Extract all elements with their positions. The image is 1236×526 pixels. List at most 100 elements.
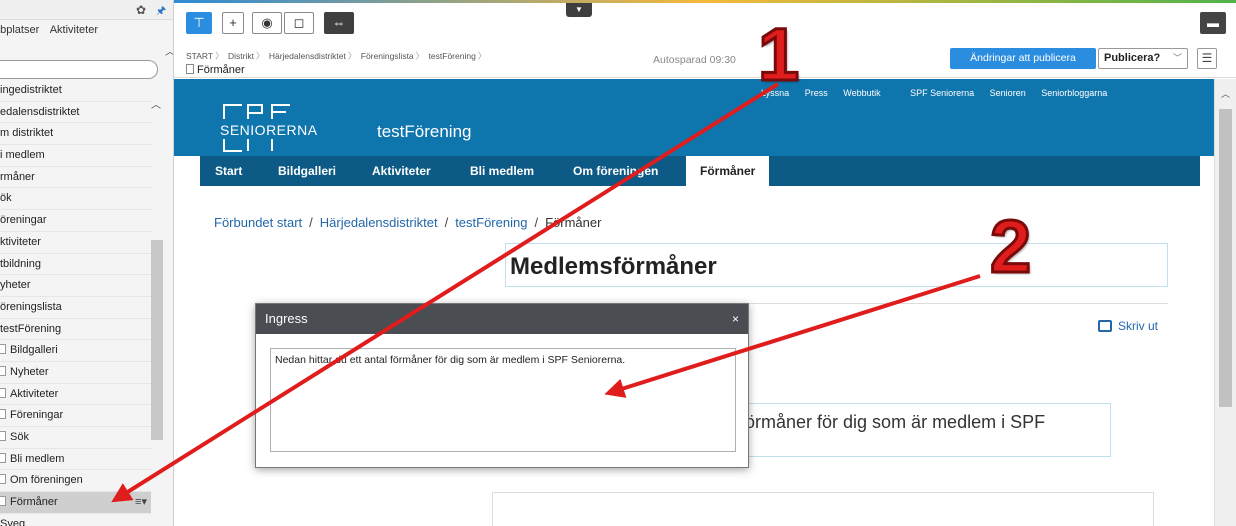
tree-item[interactable]: Sök [0,427,151,449]
tree-item[interactable]: ök [0,188,151,211]
tree-item-label: m distriktet [0,127,54,140]
tree-scrollbar[interactable] [151,240,163,440]
nav-formaner[interactable]: Förmåner [686,156,770,186]
split-view-button[interactable]: ⇔ [324,12,354,34]
breadcrumb-item[interactable]: START [186,51,213,61]
toplink[interactable]: Webbutik [843,88,880,98]
gear-icon[interactable]: ✿ [136,3,146,17]
changes-to-publish-button[interactable]: Ändringar att publicera [950,48,1096,69]
tree-item[interactable]: Bli medlem [0,449,151,471]
ingress-dialog: Ingress × Nedan hittar du ett antal förm… [255,303,749,468]
site-crumb-link[interactable]: Härjedalensdistriktet [320,215,438,230]
breadcrumb-separator: 〉 [347,51,357,61]
page-icon [0,344,6,355]
nav-bli-medlem[interactable]: Bli medlem [470,156,534,186]
breadcrumb-item[interactable]: testFörening [429,51,476,61]
ingress-textarea[interactable]: Nedan hittar du ett antal förmåner för d… [270,348,736,452]
tree-item[interactable]: yheter [0,275,151,297]
page-heading: Medlemsförmåner [510,253,717,280]
tree-item[interactable]: Om föreningen [0,470,151,493]
preview-button[interactable]: ◉ [252,12,282,34]
tree-item[interactable]: ktiviteter [0,232,151,254]
tab-aktiviteter[interactable]: Aktiviteter [50,24,98,36]
tree-item-label: ök [0,192,12,205]
add-button[interactable]: + [222,12,244,34]
list-view-button[interactable]: ☰ [1197,48,1217,69]
publish-label: Publicera? [1104,52,1161,64]
split-icon: ⇔ [332,15,346,30]
page-icon [0,387,6,398]
nav-om-foreningen[interactable]: Om föreningen [573,156,658,186]
nav-start[interactable]: Start [215,156,242,186]
tree-item[interactable]: Förmåner ≡▾ [0,492,151,514]
breadcrumb-separator: 〉 [215,51,224,61]
close-icon[interactable]: × [732,304,739,334]
tree-item[interactable]: testFörening [0,319,151,341]
pin-icon[interactable]: 🖈 [156,2,166,21]
page-icon [0,452,6,463]
breadcrumb-item[interactable]: Härjedalensdistriktet [269,51,346,61]
spf-logo[interactable]: SENIORERNA [220,101,317,155]
editable-title-block[interactable]: Medlemsförmåner [505,243,1168,287]
breadcrumb-item[interactable]: Föreningslista [361,51,414,61]
breadcrumb-bar: START 〉 Distrikt 〉 Härjedalensdistriktet 〉 … [174,40,1236,78]
tree-item-label: yheter [0,279,31,292]
print-label: Skriv ut [1118,319,1159,333]
publish-dropdown[interactable]: Publicera? ﹀ [1098,48,1188,69]
tree-item[interactable]: m distriktet [0,123,151,146]
crumb-separator: / [444,215,449,230]
site-top-links: Lyssna Press Webbutik SPF Seniorerna Sen… [761,88,1120,98]
compare-icon: ◻ [293,15,305,30]
chevron-up-icon[interactable]: ︿ [151,96,161,111]
crumb-separator: / [309,215,313,230]
folder-icon[interactable]: ▬ [1200,12,1226,34]
page-icon [186,64,194,74]
compare-button[interactable]: ◻ [284,12,314,34]
editable-body-block[interactable] [492,492,1154,526]
site-nav-bar: Start Bildgalleri Aktiviteter Bli medlem… [200,156,1200,186]
chevron-up-icon[interactable]: ︿ [1221,87,1230,100]
row-menu-icon[interactable]: ≡▾ [135,492,147,513]
tree-item[interactable]: rmåner [0,167,151,189]
tree-item[interactable]: tbildning [0,254,151,276]
toplink[interactable]: Seniorbloggarna [1041,88,1107,98]
chevron-up-icon[interactable]: ︿ [165,43,173,58]
dropdown-handle[interactable]: ▼ [566,3,592,17]
tab-webbplatser[interactable]: obplatser [0,24,39,36]
tree-item[interactable]: Nyheter [0,362,151,384]
breadcrumb-separator: 〉 [255,51,265,61]
tree-item-label: testFörening [0,322,62,335]
print-link[interactable]: Skriv ut [1098,319,1158,333]
site-breadcrumb: Förbundet start / Härjedalensdistriktet / te… [214,215,601,230]
tree-item[interactable]: Sveg [0,514,151,526]
left-tree-panel: ✿ 🖈 obplatser Aktiviteter ︿ ingedistrikt… [0,0,174,526]
tree-view-button[interactable]: ⊤ [186,12,212,34]
preview-scrollbar[interactable]: ︿ [1214,79,1236,526]
tree-item[interactable]: öreningslista [0,297,151,319]
site-crumb-link[interactable]: testFörening [455,215,527,230]
scrollbar-thumb[interactable] [1219,109,1232,407]
tree-item[interactable]: ingedistriktet [0,80,151,102]
tree-search-input[interactable] [0,60,158,79]
tree-item[interactable]: Föreningar [0,405,151,427]
tree-item[interactable]: i medlem [0,145,151,167]
tree-item[interactable]: Bildgalleri [0,340,151,362]
breadcrumb: START 〉 Distrikt 〉 Härjedalensdistriktet 〉 … [186,50,488,62]
tree-item[interactable]: öreningar [0,210,151,232]
tree-item[interactable]: edalensdistriktet [0,102,151,124]
annotation-number-2: 2 [988,205,1032,288]
tree-item[interactable]: Aktiviteter [0,384,151,406]
site-header: Lyssna Press Webbutik SPF Seniorerna Sen… [174,79,1214,156]
breadcrumb-item[interactable]: Distrikt [228,51,254,61]
tree-item-label: Sök [10,431,29,443]
toplink[interactable]: Senioren [990,88,1026,98]
toplink[interactable]: Press [805,88,828,98]
page-tree: ingedistriktet edalensdistriktet m distrik… [0,80,151,526]
site-crumb-link[interactable]: Förbundet start [214,215,302,230]
nav-bildgalleri[interactable]: Bildgalleri [278,156,336,186]
toplink[interactable]: SPF Seniorerna [910,88,974,98]
nav-aktiviteter[interactable]: Aktiviteter [372,156,431,186]
ingress-preview-text: förmåner för dig som är medlem i SPF [740,412,1046,432]
tree-item-label: Bli medlem [10,452,65,465]
page-icon [0,409,6,420]
